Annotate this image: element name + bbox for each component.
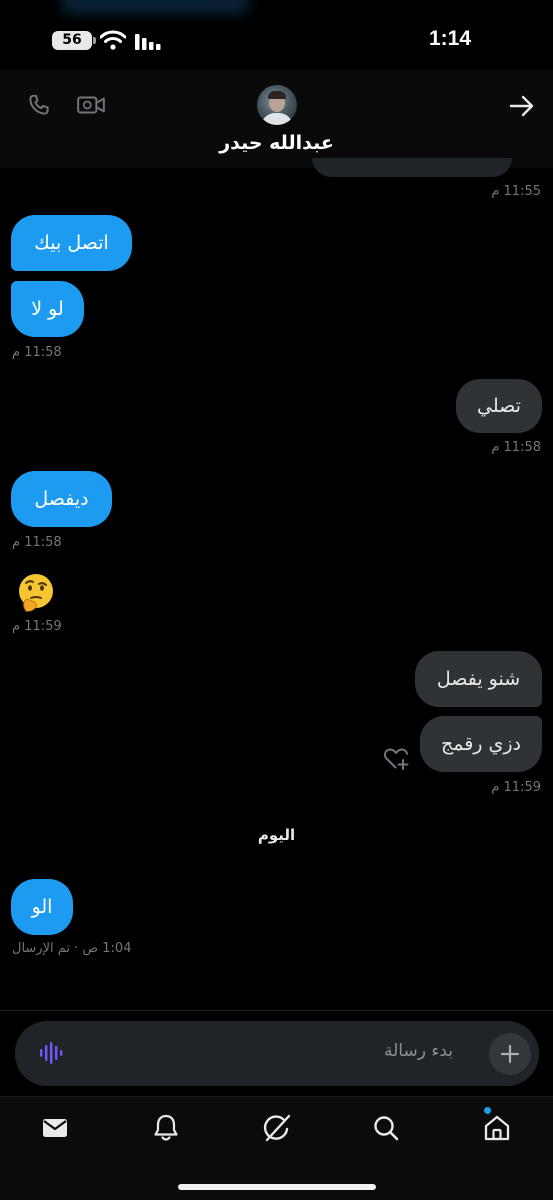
add-button[interactable] bbox=[489, 1033, 531, 1075]
message-bubble-sent[interactable]: تصلي bbox=[456, 379, 542, 433]
home-tab[interactable] bbox=[482, 1113, 512, 1143]
message-timestamp: 11:58 م bbox=[491, 440, 541, 455]
battery-indicator: 56 bbox=[52, 31, 92, 50]
video-call-icon[interactable] bbox=[76, 92, 106, 118]
avatar-hair bbox=[268, 91, 286, 99]
message-bubble-sent[interactable]: دزي رقمج bbox=[420, 716, 542, 772]
message-timestamp: 11:55 م bbox=[491, 184, 541, 199]
status-bar: 56 1:14 bbox=[0, 0, 553, 70]
notification-peek bbox=[60, 0, 250, 14]
contact-name[interactable]: عبدالله حيدر bbox=[0, 132, 553, 154]
previous-message-bubble[interactable] bbox=[312, 158, 512, 177]
message-timestamp: 11:58 م bbox=[12, 345, 62, 360]
message-bubble-received[interactable]: ديفصل bbox=[11, 471, 112, 527]
home-unread-badge bbox=[484, 1107, 491, 1114]
message-bubble-received[interactable]: الو bbox=[11, 879, 73, 935]
message-timestamp: 11:59 م bbox=[491, 780, 541, 795]
messages-tab[interactable] bbox=[40, 1113, 70, 1143]
day-separator: اليوم bbox=[257, 826, 296, 844]
message-composer[interactable]: بدء رسالة bbox=[15, 1021, 539, 1086]
message-timestamp: 11:58 م bbox=[12, 535, 62, 550]
phone-icon[interactable] bbox=[26, 92, 52, 118]
add-icon bbox=[500, 1044, 520, 1064]
notifications-tab[interactable] bbox=[151, 1113, 181, 1143]
voice-message-icon[interactable] bbox=[39, 1041, 65, 1065]
message-input[interactable]: بدء رسالة bbox=[384, 1041, 453, 1061]
composer-divider bbox=[0, 1010, 553, 1011]
thinking-face-emoji[interactable] bbox=[14, 571, 58, 615]
message-timestamp: 11:59 م bbox=[12, 619, 62, 634]
message-bubble-sent[interactable]: شنو يفصل bbox=[415, 651, 542, 707]
avatar-shirt bbox=[261, 113, 293, 125]
avatar[interactable] bbox=[257, 85, 297, 125]
home-indicator bbox=[178, 1184, 376, 1190]
search-tab[interactable] bbox=[371, 1113, 401, 1143]
battery-nub bbox=[93, 37, 96, 44]
conversation-header: عبدالله حيدر bbox=[0, 70, 553, 168]
grok-tab[interactable] bbox=[262, 1113, 292, 1143]
signal-icon bbox=[135, 34, 161, 50]
message-bubble-received[interactable]: لو لا bbox=[11, 281, 84, 337]
message-status: 1:04 ص · تم الإرسال bbox=[12, 941, 132, 956]
clock: 1:14 bbox=[428, 27, 472, 50]
add-reaction-icon[interactable] bbox=[382, 744, 410, 772]
wifi-icon bbox=[100, 30, 126, 50]
message-bubble-received[interactable]: اتصل بيك bbox=[11, 215, 132, 271]
back-arrow-icon[interactable] bbox=[508, 92, 536, 120]
